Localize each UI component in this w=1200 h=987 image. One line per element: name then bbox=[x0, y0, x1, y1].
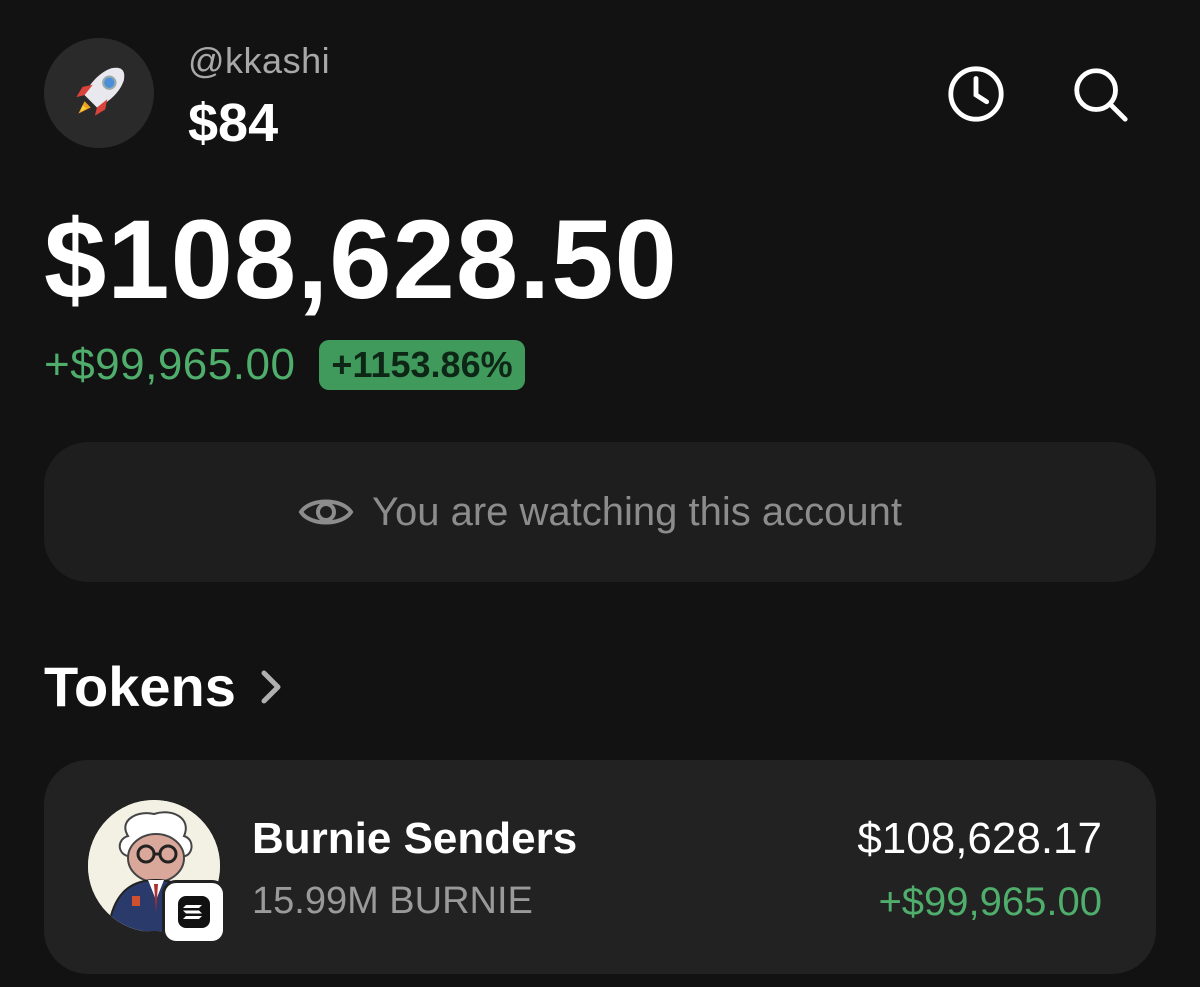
change-percent-badge: +1153.86% bbox=[319, 340, 525, 390]
tokens-title: Tokens bbox=[44, 655, 236, 718]
chevron-right-icon bbox=[261, 670, 281, 703]
search-button[interactable] bbox=[1068, 62, 1132, 126]
chain-badge bbox=[162, 880, 226, 944]
profile-avatar[interactable] bbox=[44, 38, 154, 148]
balance-change-row: +$99,965.00 +1153.86% bbox=[44, 340, 525, 390]
token-name: Burnie Senders bbox=[252, 814, 578, 863]
token-value: $108,628.17 bbox=[857, 814, 1102, 863]
rocket-icon bbox=[76, 67, 125, 116]
watching-banner: You are watching this account bbox=[44, 442, 1156, 582]
solana-icon bbox=[178, 896, 210, 928]
clock-icon bbox=[948, 66, 1004, 122]
wallet-screen: @kkashi $84 $108,628.50 +$99,965.00 +115… bbox=[0, 0, 1200, 987]
change-amount: +$99,965.00 bbox=[44, 340, 296, 389]
history-button[interactable] bbox=[944, 62, 1008, 126]
token-change: +$99,965.00 bbox=[878, 880, 1102, 924]
token-amount: 15.99M BURNIE bbox=[252, 880, 533, 922]
total-balance: $108,628.50 bbox=[44, 197, 678, 322]
search-icon bbox=[1074, 68, 1128, 122]
account-handle: @kkashi bbox=[188, 40, 331, 81]
account-small-balance: $84 bbox=[188, 93, 279, 153]
tokens-section-link[interactable]: Tokens bbox=[44, 654, 288, 719]
eye-icon bbox=[298, 499, 354, 525]
watching-text: You are watching this account bbox=[372, 489, 902, 534]
token-row[interactable]: Burnie Senders 15.99M BURNIE $108,628.17… bbox=[44, 760, 1156, 974]
